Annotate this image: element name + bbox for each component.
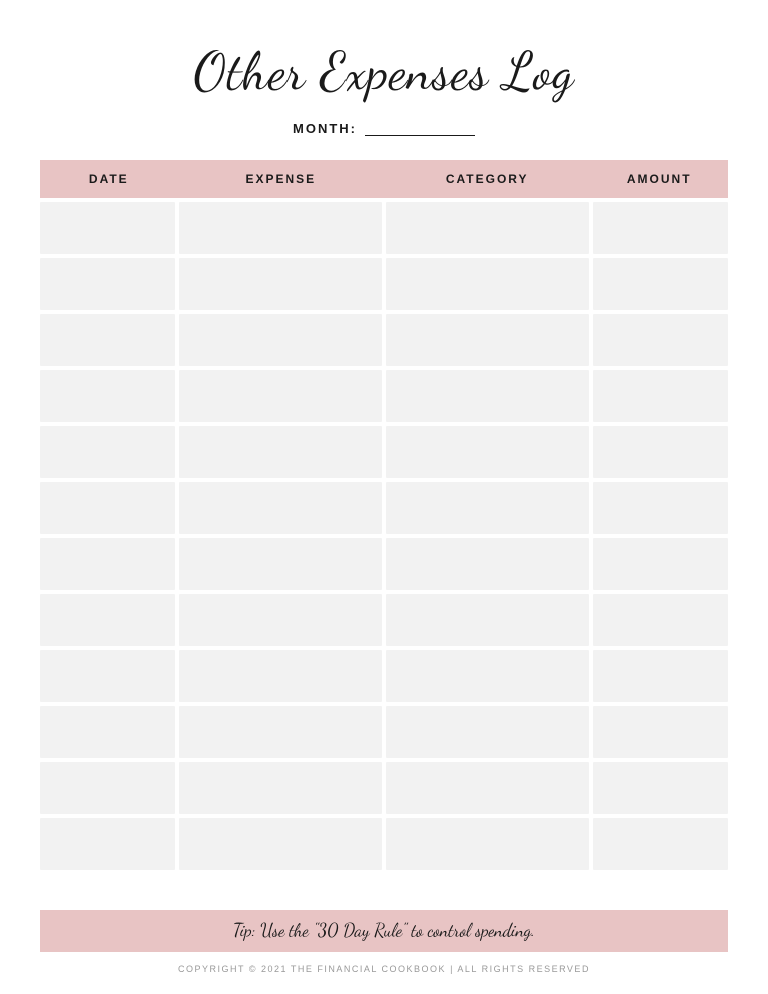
header-date: DATE [40,160,178,198]
table-row [40,426,728,478]
cell-category[interactable] [386,370,589,422]
cell-expense[interactable] [179,538,382,590]
cell-expense[interactable] [179,706,382,758]
table-row [40,762,728,814]
cell-category[interactable] [386,258,589,310]
cell-amount[interactable] [593,594,728,646]
cell-date[interactable] [40,650,175,702]
cell-expense[interactable] [179,202,382,254]
tip-text: Tip: Use the "30 Day Rule" to control sp… [233,920,535,942]
cell-date[interactable] [40,594,175,646]
cell-expense[interactable] [179,818,382,870]
cell-expense[interactable] [179,370,382,422]
cell-expense[interactable] [179,258,382,310]
cell-expense[interactable] [179,594,382,646]
table-row [40,818,728,870]
cell-category[interactable] [386,426,589,478]
cell-date[interactable] [40,482,175,534]
table-header: DATE EXPENSE CATEGORY AMOUNT [40,160,728,198]
cell-date[interactable] [40,762,175,814]
cell-category[interactable] [386,650,589,702]
table-row [40,706,728,758]
cell-category[interactable] [386,202,589,254]
month-label: MONTH: [293,121,357,136]
month-input-line [365,122,475,136]
table-row [40,594,728,646]
cell-expense[interactable] [179,650,382,702]
cell-expense[interactable] [179,426,382,478]
cell-amount[interactable] [593,370,728,422]
header-category: CATEGORY [384,160,590,198]
month-row: MONTH: [293,121,475,136]
cell-date[interactable] [40,706,175,758]
cell-category[interactable] [386,818,589,870]
cell-amount[interactable] [593,650,728,702]
cell-date[interactable] [40,202,175,254]
cell-category[interactable] [386,594,589,646]
cell-amount[interactable] [593,426,728,478]
cell-amount[interactable] [593,482,728,534]
header-amount: AMOUNT [590,160,728,198]
cell-category[interactable] [386,706,589,758]
table-row [40,482,728,534]
cell-expense[interactable] [179,762,382,814]
table-row [40,650,728,702]
copyright-text: COPYRIGHT © 2021 THE FINANCIAL COOKBOOK … [178,964,590,974]
cell-category[interactable] [386,314,589,366]
cell-category[interactable] [386,482,589,534]
cell-date[interactable] [40,426,175,478]
table-row [40,538,728,590]
cell-expense[interactable] [179,482,382,534]
cell-amount[interactable] [593,258,728,310]
header-expense: EXPENSE [178,160,384,198]
table-body [40,202,728,870]
cell-amount[interactable] [593,762,728,814]
tip-bar: Tip: Use the "30 Day Rule" to control sp… [40,910,728,952]
cell-date[interactable] [40,370,175,422]
cell-amount[interactable] [593,202,728,254]
table-row [40,258,728,310]
cell-category[interactable] [386,762,589,814]
cell-date[interactable] [40,314,175,366]
cell-amount[interactable] [593,314,728,366]
cell-category[interactable] [386,538,589,590]
cell-date[interactable] [40,258,175,310]
cell-amount[interactable] [593,706,728,758]
cell-expense[interactable] [179,314,382,366]
table-row [40,370,728,422]
expense-table: DATE EXPENSE CATEGORY AMOUNT [40,160,728,898]
table-row [40,202,728,254]
cell-date[interactable] [40,538,175,590]
cell-date[interactable] [40,818,175,870]
table-row [40,314,728,366]
cell-amount[interactable] [593,818,728,870]
page-wrapper: Other Expenses Log MONTH: DATE EXPENSE C… [0,0,768,994]
page-title: Other Expenses Log [194,40,575,103]
cell-amount[interactable] [593,538,728,590]
